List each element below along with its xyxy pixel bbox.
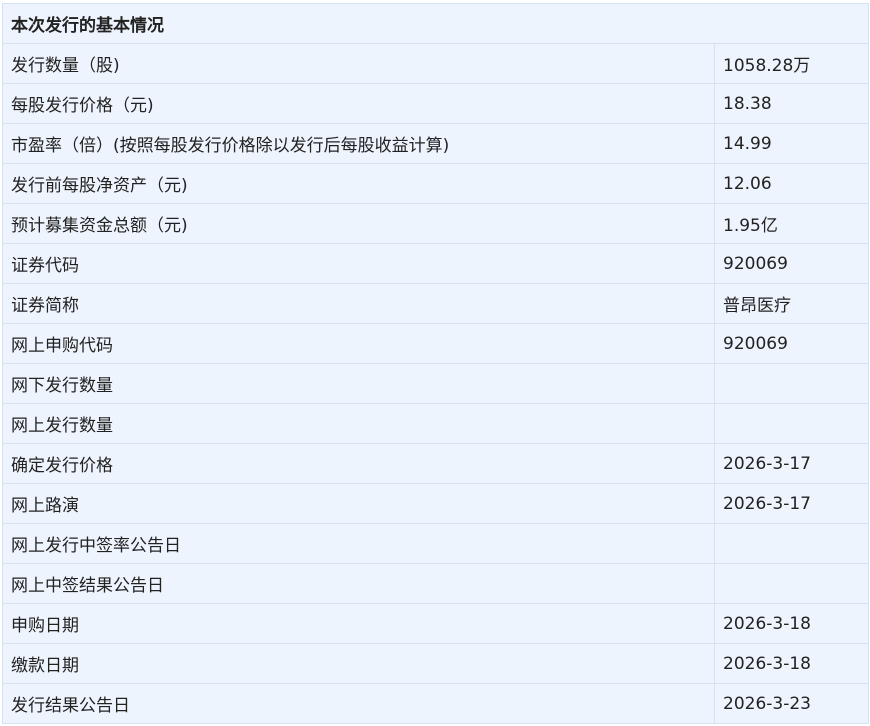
row-value	[714, 563, 869, 604]
row-value: 1058.28万	[714, 43, 869, 84]
table-row: 网下发行数量	[2, 363, 869, 404]
row-value: 普昂医疗	[714, 283, 869, 324]
table-row: 缴款日期 2026-3-18	[2, 643, 869, 684]
row-label: 网上路演	[2, 483, 715, 524]
row-label: 网上发行数量	[2, 403, 715, 444]
row-label: 网下发行数量	[2, 363, 715, 404]
table-row: 网上申购代码 920069	[2, 323, 869, 364]
table-title: 本次发行的基本情况	[2, 3, 869, 44]
table-row: 网上中签结果公告日	[2, 563, 869, 604]
table-row: 证券代码 920069	[2, 243, 869, 284]
table-row: 申购日期 2026-3-18	[2, 603, 869, 644]
row-label: 发行数量（股)	[2, 43, 715, 84]
row-value: 920069	[714, 323, 869, 364]
table-row: 发行数量（股) 1058.28万	[2, 43, 869, 84]
table-header-row: 本次发行的基本情况	[2, 3, 869, 44]
row-value	[714, 403, 869, 444]
row-value: 2026-3-18	[714, 603, 869, 644]
row-label: 网上中签结果公告日	[2, 563, 715, 604]
row-value: 1.95亿	[714, 203, 869, 244]
table-row: 网上发行数量	[2, 403, 869, 444]
table-row: 每股发行价格（元) 18.38	[2, 83, 869, 124]
table-row: 发行前每股净资产（元) 12.06	[2, 163, 869, 204]
row-label: 市盈率（倍）(按照每股发行价格除以发行后每股收益计算)	[2, 123, 715, 164]
row-value: 2026-3-17	[714, 483, 869, 524]
row-value: 18.38	[714, 83, 869, 124]
row-label: 确定发行价格	[2, 443, 715, 484]
row-value: 2026-3-17	[714, 443, 869, 484]
row-value: 2026-3-23	[714, 683, 869, 724]
row-label: 网上发行中签率公告日	[2, 523, 715, 564]
row-label: 缴款日期	[2, 643, 715, 684]
row-label: 发行结果公告日	[2, 683, 715, 724]
row-value	[714, 523, 869, 564]
table-row: 市盈率（倍）(按照每股发行价格除以发行后每股收益计算) 14.99	[2, 123, 869, 164]
row-label: 证券代码	[2, 243, 715, 284]
issuance-info-panel: 本次发行的基本情况 发行数量（股) 1058.28万 每股发行价格（元) 18.…	[2, 3, 869, 724]
table-row: 网上路演 2026-3-17	[2, 483, 869, 524]
row-label: 发行前每股净资产（元)	[2, 163, 715, 204]
issuance-info-table: 本次发行的基本情况 发行数量（股) 1058.28万 每股发行价格（元) 18.…	[2, 3, 869, 724]
table-row: 预计募集资金总额（元) 1.95亿	[2, 203, 869, 244]
row-label: 申购日期	[2, 603, 715, 644]
table-row: 网上发行中签率公告日	[2, 523, 869, 564]
row-label: 预计募集资金总额（元)	[2, 203, 715, 244]
table-row: 证券简称 普昂医疗	[2, 283, 869, 324]
row-value: 2026-3-18	[714, 643, 869, 684]
row-value	[714, 363, 869, 404]
row-label: 网上申购代码	[2, 323, 715, 364]
table-row: 确定发行价格 2026-3-17	[2, 443, 869, 484]
row-value: 920069	[714, 243, 869, 284]
row-value: 14.99	[714, 123, 869, 164]
row-label: 证券简称	[2, 283, 715, 324]
row-value: 12.06	[714, 163, 869, 204]
table-row: 发行结果公告日 2026-3-23	[2, 683, 869, 724]
row-label: 每股发行价格（元)	[2, 83, 715, 124]
